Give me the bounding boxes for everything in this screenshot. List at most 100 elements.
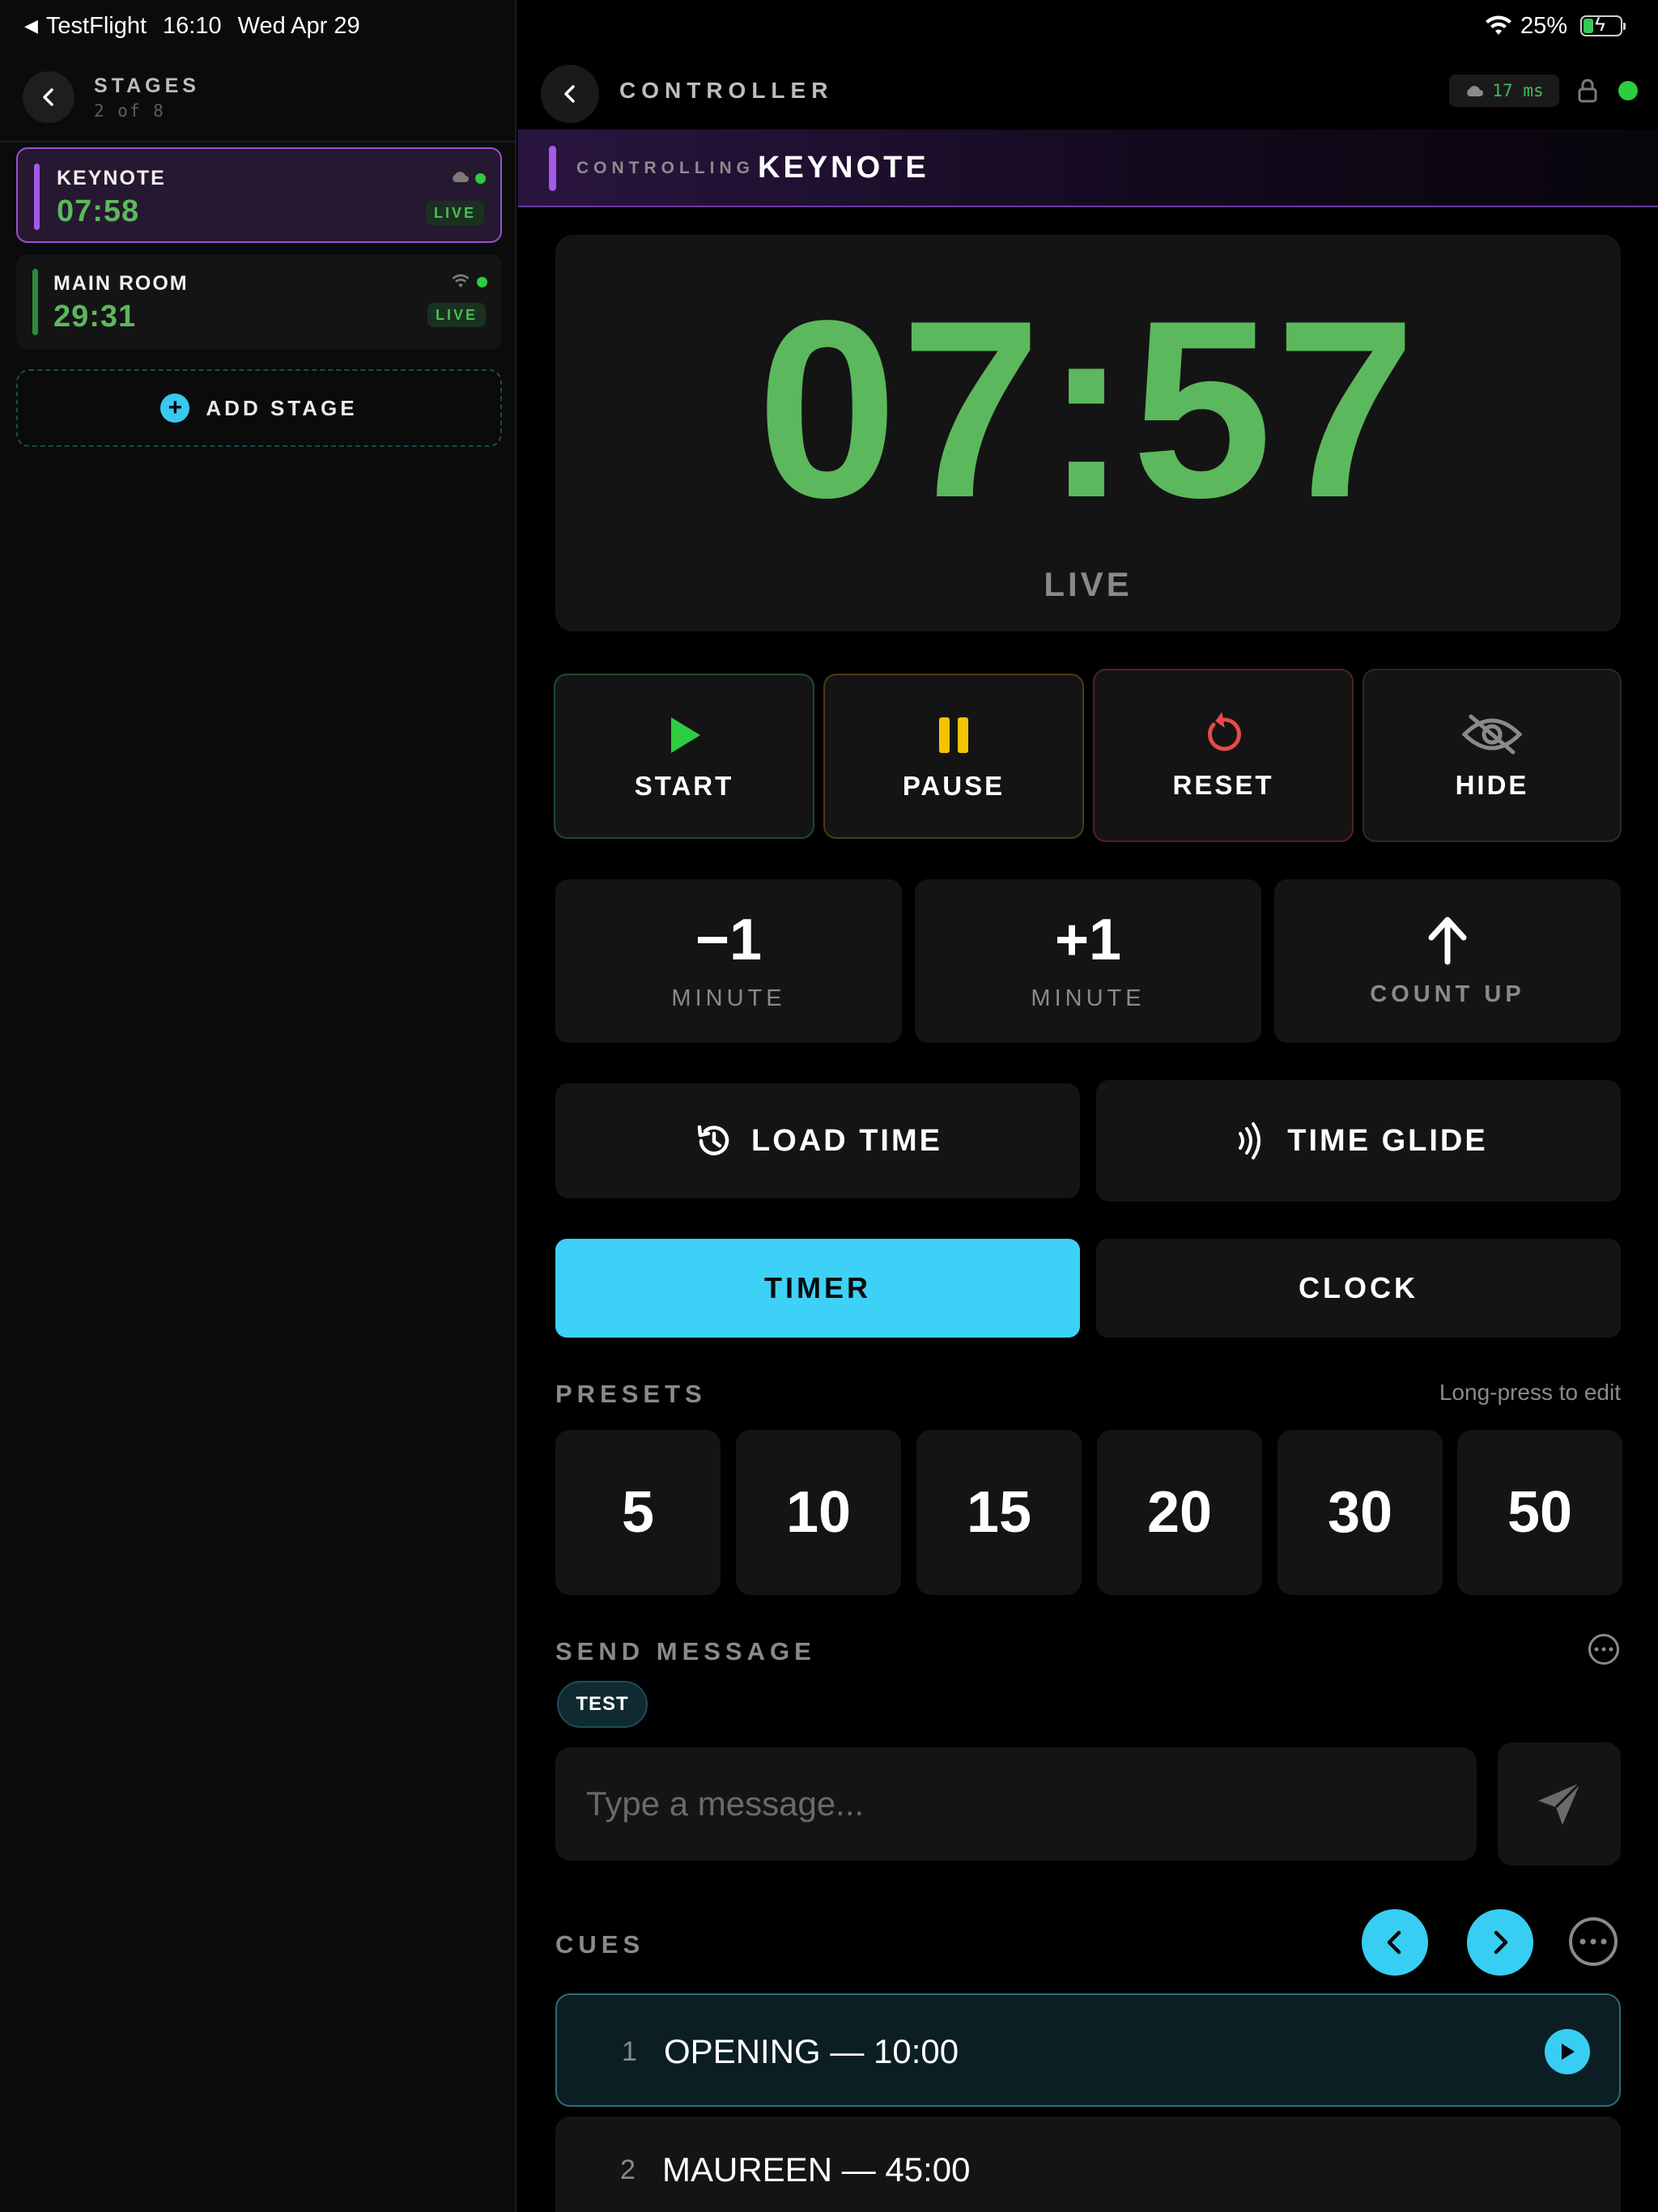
cloud-icon bbox=[1467, 86, 1484, 96]
presets-hint: Long-press to edit bbox=[1439, 1380, 1621, 1405]
chevron-left-icon bbox=[43, 88, 53, 106]
message-chip-test[interactable]: TEST bbox=[557, 1681, 648, 1728]
reset-icon bbox=[1207, 712, 1241, 751]
chevron-left-icon bbox=[564, 85, 575, 103]
controlling-label: CONTROLLING bbox=[576, 159, 755, 177]
clock-mode-button[interactable]: CLOCK bbox=[1096, 1239, 1621, 1338]
pause-icon bbox=[939, 717, 968, 753]
controller-title: CONTROLLER bbox=[619, 78, 834, 103]
minus-minute-label: MINUTE bbox=[671, 985, 786, 1011]
add-stage-button[interactable]: + ADD STAGE bbox=[16, 369, 502, 447]
latency-badge: 17 ms bbox=[1449, 74, 1559, 107]
hide-button[interactable]: HIDE bbox=[1363, 669, 1622, 842]
minus-minute-value: −1 bbox=[695, 907, 763, 972]
presets-title: PRESETS bbox=[555, 1380, 707, 1408]
message-more-button[interactable] bbox=[1588, 1634, 1619, 1665]
connection-status-dot bbox=[1618, 81, 1638, 100]
controller-back-button[interactable] bbox=[541, 65, 599, 123]
cue-row[interactable]: 1 OPENING — 10:00 bbox=[555, 1993, 1621, 2107]
latency-value: 17 ms bbox=[1492, 81, 1544, 100]
status-time: 16:10 bbox=[163, 12, 222, 39]
stage-time: 29:31 bbox=[53, 300, 137, 334]
preset-button[interactable]: 5 bbox=[555, 1430, 721, 1595]
play-icon bbox=[671, 717, 700, 753]
start-label: START bbox=[634, 771, 734, 801]
cue-number: 2 bbox=[620, 2154, 636, 2185]
plus-minute-label: MINUTE bbox=[1031, 985, 1146, 1011]
preset-button[interactable]: 10 bbox=[736, 1430, 901, 1595]
controlling-stage-name: KEYNOTE bbox=[758, 151, 929, 185]
stage-name: KEYNOTE bbox=[57, 167, 166, 189]
stage-card-main-room[interactable]: MAIN ROOM 29:31 LIVE bbox=[16, 254, 502, 350]
lock-icon[interactable] bbox=[1577, 78, 1598, 104]
minus-minute-button[interactable]: −1 MINUTE bbox=[555, 879, 902, 1043]
play-icon bbox=[1562, 2044, 1575, 2060]
sidebar-header bbox=[0, 52, 517, 143]
start-button[interactable]: START bbox=[554, 674, 814, 839]
battery-percent: 25% bbox=[1520, 12, 1567, 39]
status-bar-right: 25% ϟ bbox=[1485, 11, 1626, 40]
pause-button[interactable]: PAUSE bbox=[823, 674, 1084, 839]
send-message-title: SEND MESSAGE bbox=[555, 1637, 816, 1665]
more-horizontal-icon bbox=[1594, 1647, 1613, 1652]
cues-title: CUES bbox=[555, 1930, 645, 1959]
status-bar-left: ◀ TestFlight 16:10 Wed Apr 29 bbox=[24, 11, 360, 40]
eye-slash-icon bbox=[1461, 714, 1523, 755]
wifi-icon bbox=[452, 274, 470, 287]
preset-button[interactable]: 20 bbox=[1097, 1430, 1262, 1595]
message-input[interactable] bbox=[555, 1747, 1477, 1861]
stage-status-dot bbox=[477, 277, 487, 287]
stage-status-dot bbox=[475, 173, 486, 184]
stages-title: STAGES bbox=[94, 74, 200, 97]
cue-previous-button[interactable] bbox=[1362, 1909, 1428, 1976]
history-icon bbox=[697, 1125, 729, 1155]
send-message-button[interactable] bbox=[1498, 1742, 1621, 1865]
timer-status: LIVE bbox=[1044, 565, 1133, 603]
time-glide-button[interactable]: TIME GLIDE bbox=[1096, 1080, 1621, 1202]
stage-live-badge: LIVE bbox=[427, 303, 486, 327]
chevron-left-icon bbox=[1387, 1930, 1401, 1955]
cue-more-button[interactable] bbox=[1569, 1917, 1618, 1966]
stage-card-keynote[interactable]: KEYNOTE 07:58 LIVE bbox=[16, 147, 502, 243]
stage-live-badge: LIVE bbox=[426, 201, 484, 225]
preset-button[interactable]: 50 bbox=[1457, 1430, 1622, 1595]
stage-time: 07:58 bbox=[57, 194, 140, 228]
add-stage-label: ADD STAGE bbox=[206, 395, 358, 420]
hide-label: HIDE bbox=[1455, 770, 1529, 800]
cue-label: OPENING — 10:00 bbox=[664, 2032, 959, 2070]
more-horizontal-icon bbox=[1579, 1938, 1607, 1945]
sidebar-back-button[interactable] bbox=[23, 71, 74, 123]
cloud-icon bbox=[453, 172, 469, 182]
pause-label: PAUSE bbox=[902, 771, 1005, 801]
plus-minute-button[interactable]: +1 MINUTE bbox=[915, 879, 1261, 1043]
cue-play-button[interactable] bbox=[1545, 2029, 1590, 2074]
preset-button[interactable]: 15 bbox=[916, 1430, 1082, 1595]
status-back-app[interactable]: TestFlight bbox=[46, 13, 147, 40]
stages-count: 2 of 8 bbox=[94, 101, 165, 121]
count-up-label: COUNT UP bbox=[1370, 981, 1525, 1007]
wifi-icon bbox=[1485, 15, 1511, 35]
count-up-button[interactable]: COUNT UP bbox=[1274, 879, 1621, 1043]
reset-label: RESET bbox=[1172, 770, 1274, 800]
plus-minute-value: +1 bbox=[1054, 907, 1122, 972]
load-time-label: LOAD TIME bbox=[751, 1123, 942, 1158]
signal-waves-icon bbox=[1239, 1122, 1261, 1159]
stage-name: MAIN ROOM bbox=[53, 272, 189, 295]
stage-accent-bar bbox=[32, 269, 38, 335]
cue-number: 1 bbox=[622, 2035, 637, 2067]
preset-button[interactable]: 30 bbox=[1278, 1430, 1443, 1595]
cue-next-button[interactable] bbox=[1467, 1909, 1533, 1976]
timer-mode-button[interactable]: TIMER bbox=[555, 1239, 1080, 1338]
timer-display-panel: 07:57 LIVE bbox=[555, 235, 1621, 632]
reset-button[interactable]: RESET bbox=[1093, 669, 1354, 842]
cue-row[interactable]: 2 MAUREEN — 45:00 bbox=[555, 2116, 1621, 2212]
load-time-button[interactable]: LOAD TIME bbox=[555, 1083, 1080, 1198]
plus-circle-icon: + bbox=[160, 393, 190, 423]
battery-icon: ϟ bbox=[1580, 14, 1626, 36]
stage-accent-bar bbox=[34, 164, 40, 230]
arrow-up-icon bbox=[1428, 917, 1467, 964]
time-glide-label: TIME GLIDE bbox=[1287, 1123, 1488, 1158]
status-date: Wed Apr 29 bbox=[237, 12, 360, 39]
back-triangle-icon[interactable]: ◀ bbox=[24, 15, 38, 36]
controlling-accent-bar bbox=[549, 146, 556, 191]
